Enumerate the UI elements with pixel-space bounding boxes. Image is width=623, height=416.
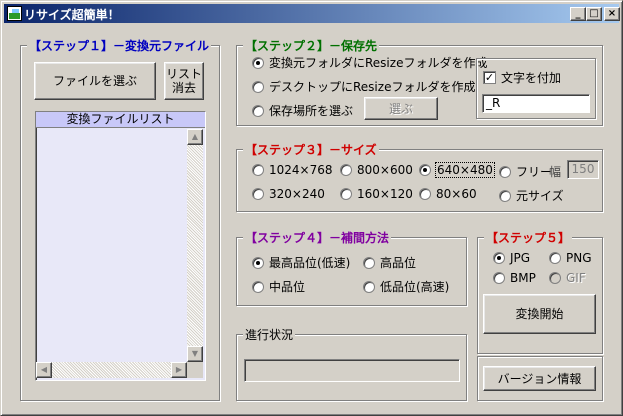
- clear-list-label-line1: リスト: [165, 67, 202, 81]
- size-option-free[interactable]: フリー: [499, 163, 552, 180]
- radio-icon: [493, 272, 505, 284]
- size-label: 160×120: [357, 187, 413, 201]
- minimize-button[interactable]: _: [570, 7, 586, 21]
- start-conversion-button[interactable]: 変換開始: [483, 294, 596, 334]
- method-label: 中品位: [269, 280, 306, 294]
- method-label: 低品位(高速): [380, 280, 450, 294]
- browse-button[interactable]: 選ぶ: [364, 97, 438, 120]
- method-label: 高品位: [380, 256, 417, 270]
- clear-list-label-line2: 消去: [171, 81, 196, 95]
- size-label: 320×240: [269, 187, 325, 201]
- format-label: JPG: [510, 251, 531, 265]
- step4-legend: 【ステップ４】－補間方法: [243, 229, 392, 246]
- dest-option-label: 変換元フォルダにResizeフォルダを作成: [269, 56, 488, 70]
- radio-icon: [252, 188, 264, 200]
- size-label: 元サイズ: [516, 189, 564, 203]
- step2-legend: 【ステップ２】－保存先: [243, 37, 380, 54]
- step3-legend: 【ステップ３】－サイズ: [243, 141, 379, 158]
- horizontal-scrollbar[interactable]: [36, 362, 187, 378]
- size-option-1024x768[interactable]: 1024×768: [252, 163, 333, 177]
- dest-option-desktop[interactable]: デスクトップにResizeフォルダを作成: [252, 78, 475, 95]
- format-option-png[interactable]: PNG: [549, 251, 592, 265]
- radio-icon: [499, 189, 511, 202]
- dest-option-choose[interactable]: 保存場所を選ぶ: [252, 102, 353, 119]
- radio-icon: [252, 164, 264, 176]
- add-text-input[interactable]: _R: [482, 94, 590, 113]
- format-label: PNG: [566, 251, 592, 265]
- size-option-800x600[interactable]: 800×600: [340, 163, 413, 177]
- radio-icon-disabled: [549, 272, 561, 284]
- file-list-header: 変換ファイルリスト: [36, 112, 205, 128]
- width-label: 幅: [549, 165, 562, 179]
- radio-icon-selected: [252, 256, 264, 269]
- method-option-low[interactable]: 低品位(高速): [363, 278, 449, 295]
- radio-icon: [252, 80, 264, 93]
- method-option-high[interactable]: 高品位: [363, 254, 416, 271]
- format-option-bmp[interactable]: BMP: [493, 271, 536, 285]
- progress-legend: 進行状況: [243, 326, 296, 343]
- close-button[interactable]: ×: [604, 7, 620, 21]
- clear-list-button[interactable]: リスト 消去: [164, 62, 204, 100]
- width-input[interactable]: 150: [567, 160, 599, 179]
- radio-icon: [340, 164, 352, 176]
- size-label: 800×600: [357, 163, 413, 177]
- dest-option-label: デスクトップにResizeフォルダを作成: [269, 80, 476, 94]
- size-label: 1024×768: [269, 163, 333, 177]
- radio-icon: [252, 280, 264, 293]
- step1-legend: 【ステップ１】－変換元ファイル: [27, 37, 212, 54]
- radio-icon: [419, 188, 431, 200]
- radio-icon-selected: [419, 164, 431, 176]
- format-label: GIF: [566, 271, 586, 285]
- size-option-160x120[interactable]: 160×120: [340, 187, 413, 201]
- version-info-button[interactable]: バージョン情報: [483, 366, 596, 391]
- scrollbar-corner: [187, 362, 203, 378]
- format-label: BMP: [510, 271, 536, 285]
- step5-legend: 【ステップ５】: [484, 229, 573, 246]
- scroll-down-button[interactable]: ▼: [187, 346, 203, 362]
- app-window: リサイズ超簡単！ _ □ × 【ステップ１】－変換元ファイル ファイルを選ぶ リ…: [0, 0, 623, 416]
- size-option-640x480[interactable]: 640×480: [419, 162, 495, 178]
- dest-option-source-folder[interactable]: 変換元フォルダにResizeフォルダを作成: [252, 54, 487, 71]
- size-label: 640×480: [435, 162, 495, 178]
- scroll-left-button[interactable]: ◀: [36, 362, 52, 378]
- title-bar[interactable]: リサイズ超簡単！ _ □ ×: [4, 4, 620, 23]
- app-icon[interactable]: [7, 6, 22, 21]
- maximize-button[interactable]: □: [586, 7, 602, 21]
- radio-icon: [363, 256, 375, 269]
- radio-icon: [340, 188, 352, 200]
- format-option-gif[interactable]: GIF: [549, 271, 586, 285]
- method-option-highest[interactable]: 最高品位(低速): [252, 254, 350, 271]
- size-option-original[interactable]: 元サイズ: [499, 187, 564, 204]
- add-text-checkbox[interactable]: ✓ 文字を付加: [483, 69, 561, 86]
- size-label: フリー: [516, 165, 553, 179]
- window-title: リサイズ超簡単！: [24, 8, 120, 22]
- radio-icon: [499, 165, 511, 178]
- method-label: 最高品位(低速): [269, 256, 351, 270]
- checkbox-icon: ✓: [483, 71, 496, 84]
- scroll-right-button[interactable]: ▶: [171, 362, 187, 378]
- radio-icon: [549, 252, 561, 264]
- size-option-80x60[interactable]: 80×60: [419, 187, 477, 201]
- scroll-up-button[interactable]: ▲: [187, 129, 203, 145]
- add-text-label: 文字を付加: [501, 71, 562, 85]
- choose-file-button[interactable]: ファイルを選ぶ: [34, 62, 156, 100]
- size-option-320x240[interactable]: 320×240: [252, 187, 325, 201]
- method-option-medium[interactable]: 中品位: [252, 278, 305, 295]
- size-label: 80×60: [436, 187, 477, 201]
- progress-bar: [244, 359, 460, 382]
- vertical-scrollbar[interactable]: [187, 129, 203, 362]
- step4-group: 【ステップ４】－補間方法: [236, 229, 467, 306]
- file-list[interactable]: 変換ファイルリスト ▲ ▼ ◀ ▶: [35, 111, 206, 381]
- radio-icon: [363, 280, 375, 293]
- radio-icon-selected: [252, 56, 264, 69]
- format-option-jpg[interactable]: JPG: [493, 251, 530, 265]
- radio-icon-selected: [493, 252, 505, 264]
- radio-icon: [252, 104, 264, 117]
- dest-option-label: 保存場所を選ぶ: [269, 104, 354, 118]
